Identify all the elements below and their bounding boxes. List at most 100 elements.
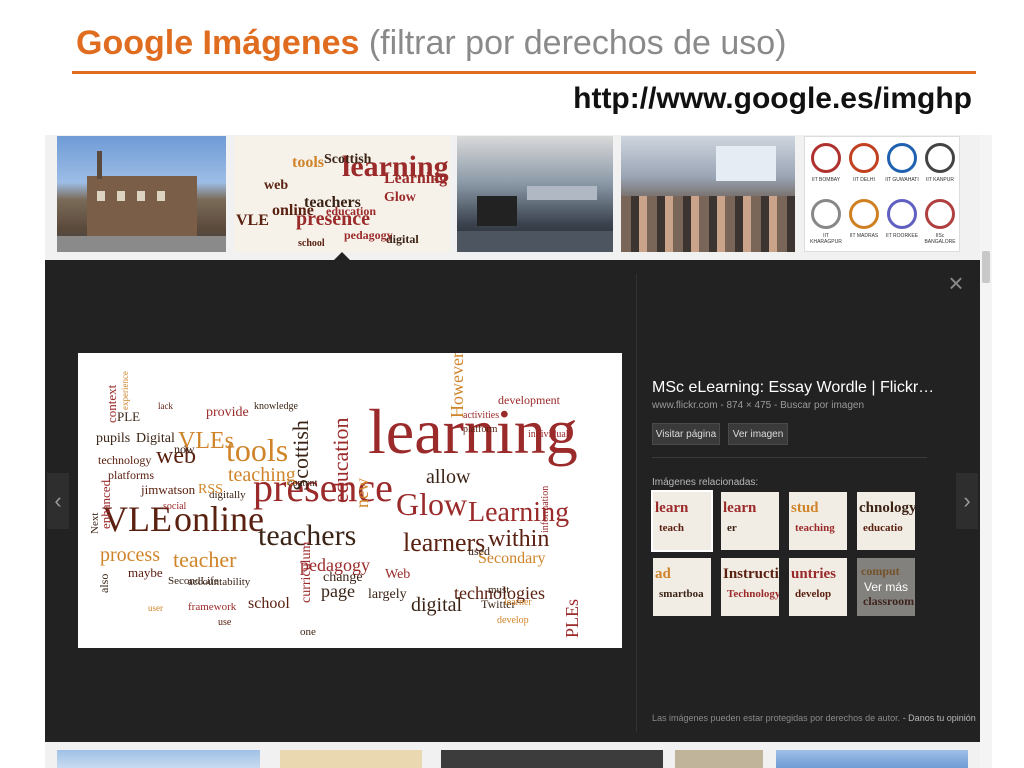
wordle-word: platforms [108, 468, 154, 482]
wordle-word: lack [158, 401, 173, 411]
iit-logo-caption: IIT BOMBAY [811, 177, 841, 183]
wordle-word: change [323, 570, 363, 585]
related-image-thumb[interactable]: ad smartboa [653, 558, 711, 616]
visit-page-button[interactable]: Visitar página [652, 423, 720, 445]
wordle-word: also [97, 574, 111, 593]
thumbnail-bottom-3[interactable] [441, 750, 663, 768]
wordle-word: PLE [117, 409, 140, 424]
thumbnail-wordle-word: web [264, 178, 289, 193]
iit-logo-icon [811, 199, 841, 229]
iit-logo-icon [925, 143, 955, 173]
thumbnail-wordle-word: school [298, 238, 325, 249]
details-separator [652, 457, 927, 458]
thumbnail-wordle-word: Scottish [324, 152, 372, 167]
related-image-thumb[interactable]: Instructional Technology [721, 558, 779, 616]
wordle-word: Next [89, 513, 101, 534]
wordle-word: use [218, 617, 232, 628]
wordle-word: jimwatson [140, 482, 196, 497]
thumbnail-bottom-2[interactable] [280, 750, 422, 768]
wordle-word: content [288, 478, 318, 489]
scrollbar-thumb[interactable] [982, 251, 990, 283]
related-image-word: er [727, 522, 737, 534]
wordle-preview-svg: learningpresenceVLE onlineteachersGlow Lea… [89, 353, 582, 638]
related-image-word: develop [795, 588, 832, 600]
wordle-word: education [328, 417, 353, 503]
wordle-word: information [540, 486, 551, 533]
thumbnail-building[interactable] [57, 136, 226, 252]
wordle-word: largely [368, 587, 407, 602]
wordle-word: Glow [396, 486, 467, 522]
thumbnail-classroom[interactable] [457, 136, 613, 252]
preview-image[interactable]: learning presence VLE online teachers Glow Lea… [78, 353, 622, 648]
thumbnail-bottom-4[interactable] [675, 750, 763, 768]
wordle-word: activities [463, 410, 499, 421]
result-meta: www.flickr.com - 874 × 475 - Buscar por … [652, 400, 865, 411]
related-image-thumb[interactable]: learn er [721, 492, 779, 550]
wordle-word: development [498, 393, 561, 407]
wordle-word: teaching [228, 464, 296, 486]
google-images-screenshot: learning presence VLE online teachers tools we… [45, 135, 992, 768]
thumbnail-iit-logos[interactable]: IIT BOMBAY IIT DELHI IIT GUWAHATI IIT KANPU… [804, 136, 960, 252]
related-image-word: ad [655, 566, 671, 582]
iit-logo-caption: IISc BANGALORE [924, 233, 956, 245]
wordle-word: pupils [96, 431, 130, 446]
related-image-word: learn [723, 500, 757, 516]
result-title[interactable]: MSc eLearning: Essay Wordle | Flickr… [652, 379, 934, 397]
close-icon[interactable]: × [945, 270, 967, 296]
iit-logo-caption: IIT MADRAS [849, 233, 879, 239]
wordle-word: PLEs [562, 599, 582, 638]
wordle-word: social [163, 501, 187, 512]
iit-logo-icon [849, 143, 879, 173]
slide-title: Google Imágenes (filtrar por derechos de… [76, 24, 787, 63]
wordle-word: experience [120, 371, 130, 410]
panel-divider [636, 274, 637, 732]
thumbnail-wordle-word: Glow [384, 190, 416, 205]
related-image-thumb[interactable]: untries develop [789, 558, 847, 616]
wordle-word: learner [504, 597, 532, 608]
thumbnail-wordle[interactable]: learning presence VLE online teachers tools we… [234, 136, 450, 252]
slide-url: http://www.google.es/imghp [573, 82, 972, 115]
wordle-word: framework [188, 601, 237, 613]
chevron-right-icon[interactable]: › [956, 473, 978, 529]
wordle-word: provide [206, 405, 249, 420]
wordle-word: used [468, 544, 490, 558]
thumbnail-bottom-1[interactable] [57, 750, 260, 768]
scrollbar-track[interactable] [980, 135, 992, 768]
iit-logo-icon [811, 143, 841, 173]
related-image-word: learn [655, 500, 689, 516]
wordle-word: technology [98, 453, 151, 467]
iit-logo-caption: IIT GUWAHATI [885, 177, 919, 183]
chevron-left-icon[interactable]: ‹ [47, 473, 69, 529]
wordle-word: context [104, 384, 119, 423]
copyright-text: Las imágenes pueden estar protegidas por… [652, 713, 901, 723]
feedback-link[interactable]: - Danos tu opinión [903, 713, 976, 723]
related-image-thumb[interactable]: learn teach [651, 490, 713, 552]
related-image-word: teach [659, 522, 685, 534]
wordle-word: platform [463, 424, 498, 435]
wordle-word: individual [528, 429, 569, 440]
wordle-word: tools [226, 432, 288, 468]
thumbnail-lecture-hall[interactable] [621, 136, 795, 252]
related-image-word: Instructional [723, 566, 779, 582]
related-image-thumb[interactable]: stud teaching [789, 492, 847, 550]
see-more-related-button[interactable]: computclassroomVer más [857, 558, 915, 616]
related-image-word: teaching [795, 522, 835, 534]
wordle-word: RSS [198, 482, 223, 497]
wordle-word: now [174, 442, 195, 456]
related-image-thumb[interactable]: chnology educatio [857, 492, 915, 550]
see-more-label: Ver más [857, 558, 915, 616]
wordle-word: allow [426, 466, 471, 488]
iit-logo-icon [849, 199, 879, 229]
title-subtitle: (filtrar por derechos de uso) [368, 24, 787, 62]
related-image-word: smartboa [659, 588, 704, 600]
related-image-word: chnology [859, 500, 915, 516]
related-image-word: untries [791, 566, 836, 582]
thumbnail-bottom-5[interactable] [776, 750, 968, 768]
thumbnail-wordle-word: pedagogy [344, 228, 393, 242]
iit-logo-caption: IIT ROORKEE [885, 233, 919, 239]
view-image-button[interactable]: Ver imagen [728, 423, 788, 445]
wordle-word: knowledge [254, 401, 298, 412]
wordle-word: process [100, 544, 160, 566]
wordle-word: However [447, 353, 467, 418]
wordle-word: digital [411, 594, 463, 616]
